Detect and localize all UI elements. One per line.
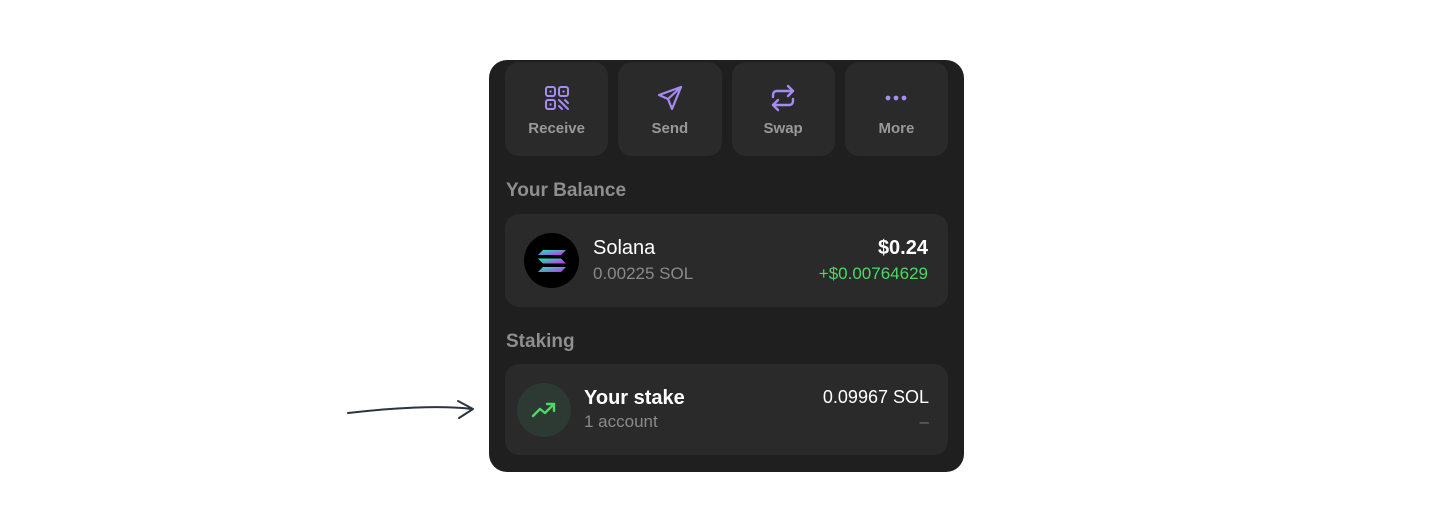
- stake-label: Your stake: [584, 387, 685, 409]
- wallet-panel: Receive Send Swap More Your Balance Sola…: [489, 60, 964, 472]
- more-label: More: [878, 120, 915, 137]
- stake-change: –: [919, 412, 929, 431]
- solana-logo-icon: [524, 233, 579, 288]
- action-row: Receive Send Swap More: [505, 62, 948, 156]
- screenshot-stage: Receive Send Swap More Your Balance Sola…: [0, 0, 1450, 518]
- token-name: Solana: [593, 237, 656, 259]
- swap-icon: [769, 84, 797, 112]
- trending-up-icon: [517, 383, 571, 437]
- staking-section-title: Staking: [506, 331, 575, 352]
- stake-card[interactable]: Your stake 1 account 0.09967 SOL –: [505, 364, 948, 455]
- balance-section-title: Your Balance: [506, 180, 627, 201]
- qr-code-icon: [543, 84, 571, 112]
- send-icon: [656, 84, 684, 112]
- usd-change: +$0.00764629: [818, 264, 928, 283]
- more-button[interactable]: More: [844, 62, 948, 156]
- send-button[interactable]: Send: [618, 62, 722, 156]
- swap-button[interactable]: Swap: [731, 62, 835, 156]
- swap-label: Swap: [763, 120, 803, 137]
- token-amount: 0.00225 SOL: [593, 264, 694, 283]
- receive-button[interactable]: Receive: [505, 62, 609, 156]
- stake-accounts: 1 account: [584, 412, 658, 431]
- annotation-arrow-icon: [347, 400, 474, 419]
- solana-balance-card[interactable]: Solana 0.00225 SOL $0.24 +$0.00764629: [505, 214, 948, 307]
- receive-label: Receive: [528, 120, 585, 137]
- usd-value: $0.24: [877, 237, 928, 259]
- stake-amount: 0.09967 SOL: [822, 387, 929, 407]
- send-label: Send: [651, 120, 689, 137]
- more-icon: [882, 84, 910, 112]
